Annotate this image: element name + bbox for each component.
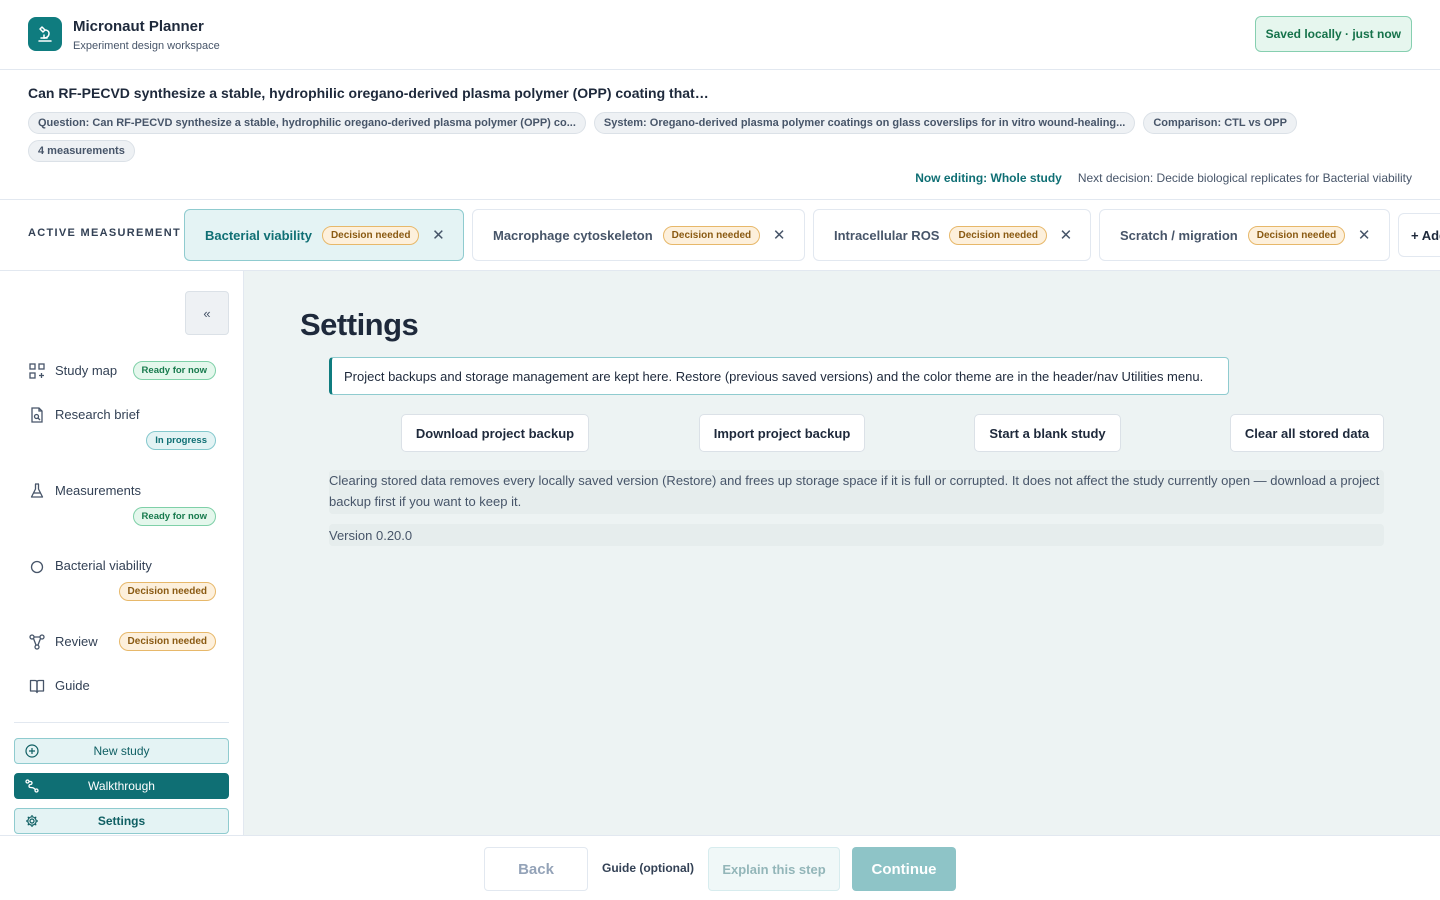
sidebar-item-review[interactable]: Review Decision needed [28, 632, 218, 651]
system-chip: System: Oregano-derived plasma polymer c… [593, 112, 1136, 134]
measurement-tab-label: Bacterial viability [205, 227, 312, 243]
guide-optional-label: Guide (optional) [602, 861, 694, 875]
status-badge: Ready for now [132, 361, 216, 380]
close-icon[interactable]: ✕ [429, 226, 447, 244]
app-name: Micronaut Planner [73, 18, 204, 35]
walkthrough-label: Walkthrough [88, 779, 155, 793]
sidebar-item-measurements[interactable]: Measurements Ready for now [28, 482, 218, 526]
measurement-tab-label: Scratch / migration [1120, 227, 1238, 243]
measurement-tab-macrophage-cytoskeleton[interactable]: Macrophage cytoskeleton Decision needed … [472, 209, 805, 261]
sidebar-item-bacterial-viability[interactable]: Bacterial viability Decision needed [28, 557, 218, 601]
flask-icon [28, 482, 45, 499]
study-summary-bar: Can RF-PECVD synthesize a stable, hydrop… [0, 70, 1440, 200]
study-title: Can RF-PECVD synthesize a stable, hydrop… [28, 85, 709, 101]
sidebar-item-study-map[interactable]: Study map Ready for now [28, 361, 218, 380]
page-title: Settings [300, 307, 419, 342]
explain-step-button[interactable]: Explain this step [708, 847, 840, 891]
sidebar-item-label: Bacterial viability [55, 558, 152, 573]
sidebar-item-label: Research brief [55, 407, 140, 422]
measurement-bar: ACTIVE MEASUREMENT Bacterial viability D… [0, 200, 1440, 271]
app-header: Micronaut Planner Experiment design work… [0, 0, 1440, 70]
sidebar-item-label: Study map [55, 363, 118, 378]
status-badge: Decision needed [118, 582, 216, 601]
document-search-icon [28, 406, 45, 423]
main-content: Settings Project backups and storage man… [244, 271, 1440, 835]
status-badge: Decision needed [118, 632, 216, 651]
clear-stored-data-button[interactable]: Clear all stored data [1230, 414, 1384, 452]
new-study-label: New study [93, 744, 150, 758]
route-icon [25, 779, 39, 793]
continue-button[interactable]: Continue [852, 847, 956, 891]
footer-nav: Back Guide (optional) Explain this step … [0, 835, 1440, 900]
settings-label: Settings [97, 814, 146, 828]
back-button[interactable]: Back [484, 847, 588, 891]
measurement-tab-intracellular-ros[interactable]: Intracellular ROS Decision needed ✕ [813, 209, 1091, 261]
plus-circle-icon [25, 744, 39, 758]
status-badge: Decision needed [321, 225, 420, 245]
sidebar-item-label: Guide [55, 678, 90, 693]
status-badge: Ready for now [132, 507, 216, 526]
active-measurement-label: ACTIVE MEASUREMENT [28, 227, 181, 239]
measurement-tab-scratch-migration[interactable]: Scratch / migration Decision needed ✕ [1099, 209, 1390, 261]
editing-status: Now editing: Whole study Next decision: … [915, 171, 1412, 185]
walkthrough-button[interactable]: Walkthrough [14, 773, 229, 799]
network-icon [28, 633, 45, 650]
status-badge: Decision needed [949, 225, 1047, 245]
settings-info-callout: Project backups and storage management a… [329, 357, 1229, 395]
sidebar-divider [14, 722, 229, 723]
study-chips: Question: Can RF-PECVD synthesize a stab… [28, 112, 1328, 162]
clear-data-note: Clearing stored data removes every local… [329, 470, 1384, 514]
status-badge: Decision needed [1247, 225, 1346, 245]
measurement-tab-bacterial-viability[interactable]: Bacterial viability Decision needed ✕ [184, 209, 464, 261]
question-chip: Question: Can RF-PECVD synthesize a stab… [28, 112, 586, 134]
close-icon[interactable]: ✕ [1355, 226, 1373, 244]
status-badge: In progress [146, 431, 216, 450]
microscope-icon [28, 17, 62, 51]
new-study-button[interactable]: New study [14, 738, 229, 764]
download-backup-button[interactable]: Download project backup [401, 414, 589, 452]
import-backup-button[interactable]: Import project backup [699, 414, 865, 452]
sidebar-item-label: Review [55, 634, 98, 649]
circle-icon [28, 557, 45, 574]
measurement-tab-label: Intracellular ROS [834, 227, 940, 243]
sidebar: « Study map Ready for now Research brief [0, 271, 244, 835]
measurements-count-chip: 4 measurements [28, 140, 135, 162]
measurement-tab-label: Macrophage cytoskeleton [493, 227, 653, 243]
collapse-sidebar-button[interactable]: « [185, 291, 229, 335]
next-decision-text: Next decision: Decide biological replica… [1077, 171, 1412, 185]
add-measurement-button[interactable]: + Add [1398, 213, 1440, 257]
close-icon[interactable]: ✕ [1057, 226, 1075, 244]
app-subtitle: Experiment design workspace [73, 40, 220, 52]
sidebar-item-label: Measurements [55, 483, 141, 498]
sidebar-item-research-brief[interactable]: Research brief In progress [28, 406, 218, 450]
book-icon [28, 677, 45, 694]
comparison-chip: Comparison: CTL vs OPP [1143, 112, 1297, 134]
start-blank-study-button[interactable]: Start a blank study [974, 414, 1121, 452]
settings-button[interactable]: Settings [14, 808, 229, 834]
sidebar-item-guide[interactable]: Guide [28, 677, 218, 694]
saved-status-badge: Saved locally · just now [1254, 16, 1412, 52]
grid-icon [28, 362, 45, 379]
status-badge: Decision needed [662, 225, 761, 245]
version-text: Version 0.20.0 [329, 524, 1384, 546]
gear-icon [26, 815, 38, 827]
close-icon[interactable]: ✕ [770, 226, 788, 244]
now-editing-link[interactable]: Now editing: Whole study [915, 171, 1062, 185]
